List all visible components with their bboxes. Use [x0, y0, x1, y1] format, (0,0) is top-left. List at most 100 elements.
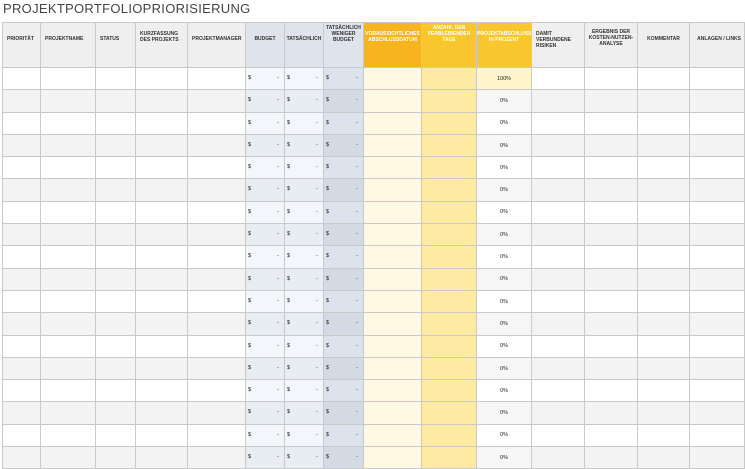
cell-status[interactable] [95, 334, 136, 358]
cell-completion-percent[interactable]: 0% [476, 334, 532, 358]
col-header-summary[interactable]: KURZFASSUNG DES PROJEKTS [135, 22, 188, 68]
cell-cost-benefit[interactable] [584, 312, 638, 336]
cell-budget[interactable]: $ - [245, 334, 285, 358]
cell-summary[interactable] [135, 289, 188, 314]
cell-actual-minus-budget[interactable]: $ - [323, 379, 364, 403]
cell-actual[interactable]: $ - [284, 379, 324, 403]
cell-priority[interactable] [2, 133, 41, 158]
cell-priority[interactable] [2, 66, 41, 91]
cell-days-remaining[interactable] [421, 446, 477, 469]
cell-priority[interactable] [2, 401, 41, 425]
cell-attachments[interactable] [689, 289, 745, 314]
cell-cost-benefit[interactable] [584, 111, 638, 135]
cell-attachments[interactable] [689, 245, 745, 269]
cell-project-manager[interactable] [187, 267, 246, 291]
cell-days-remaining[interactable] [421, 423, 477, 448]
cell-project-manager[interactable] [187, 133, 246, 158]
cell-days-remaining[interactable] [421, 178, 477, 202]
cell-risks[interactable] [531, 200, 585, 225]
cell-actual-minus-budget[interactable]: $ - [323, 245, 364, 269]
cell-days-remaining[interactable] [421, 356, 477, 381]
cell-budget[interactable]: $ - [245, 267, 285, 291]
cell-expected-completion[interactable] [363, 379, 422, 403]
cell-priority[interactable] [2, 245, 41, 269]
cell-comment[interactable] [637, 223, 690, 247]
cell-status[interactable] [95, 312, 136, 336]
cell-summary[interactable] [135, 312, 188, 336]
cell-priority[interactable] [2, 200, 41, 225]
cell-risks[interactable] [531, 446, 585, 469]
cell-attachments[interactable] [689, 200, 745, 225]
col-header-priority[interactable]: PRIORITÄT [2, 22, 41, 68]
col-header-comment[interactable]: KOMMENTAR [637, 22, 690, 68]
cell-actual-minus-budget[interactable]: $ - [323, 446, 364, 469]
cell-comment[interactable] [637, 334, 690, 358]
cell-expected-completion[interactable] [363, 133, 422, 158]
cell-completion-percent[interactable]: 0% [476, 356, 532, 381]
cell-status[interactable] [95, 356, 136, 381]
cell-attachments[interactable] [689, 111, 745, 135]
cell-project-name[interactable] [40, 133, 96, 158]
cell-expected-completion[interactable] [363, 446, 422, 469]
cell-days-remaining[interactable] [421, 312, 477, 336]
cell-budget[interactable]: $ - [245, 245, 285, 269]
cell-completion-percent[interactable]: 0% [476, 379, 532, 403]
cell-risks[interactable] [531, 133, 585, 158]
cell-risks[interactable] [531, 423, 585, 448]
cell-project-manager[interactable] [187, 245, 246, 269]
cell-project-name[interactable] [40, 200, 96, 225]
cell-comment[interactable] [637, 379, 690, 403]
cell-completion-percent[interactable]: 0% [476, 267, 532, 291]
cell-completion-percent[interactable]: 0% [476, 178, 532, 202]
cell-days-remaining[interactable] [421, 289, 477, 314]
cell-priority[interactable] [2, 111, 41, 135]
cell-budget[interactable]: $ - [245, 356, 285, 381]
cell-project-name[interactable] [40, 423, 96, 448]
cell-attachments[interactable] [689, 89, 745, 113]
cell-completion-percent[interactable]: 0% [476, 223, 532, 247]
cell-actual-minus-budget[interactable]: $ - [323, 156, 364, 180]
cell-priority[interactable] [2, 267, 41, 291]
cell-days-remaining[interactable] [421, 133, 477, 158]
cell-completion-percent[interactable]: 0% [476, 200, 532, 225]
cell-budget[interactable]: $ - [245, 401, 285, 425]
cell-cost-benefit[interactable] [584, 423, 638, 448]
cell-project-manager[interactable] [187, 312, 246, 336]
cell-actual-minus-budget[interactable]: $ - [323, 66, 364, 91]
cell-actual-minus-budget[interactable]: $ - [323, 133, 364, 158]
col-header-project-name[interactable]: PROJEKTNAME [40, 22, 96, 68]
cell-days-remaining[interactable] [421, 401, 477, 425]
col-header-actual-minus-budget[interactable]: TATSÄCHLICH WENIGER BUDGET [323, 22, 364, 68]
cell-expected-completion[interactable] [363, 245, 422, 269]
cell-comment[interactable] [637, 401, 690, 425]
cell-budget[interactable]: $ - [245, 156, 285, 180]
cell-attachments[interactable] [689, 178, 745, 202]
cell-budget[interactable]: $ - [245, 89, 285, 113]
cell-project-manager[interactable] [187, 289, 246, 314]
cell-actual[interactable]: $ - [284, 356, 324, 381]
cell-summary[interactable] [135, 66, 188, 91]
cell-risks[interactable] [531, 178, 585, 202]
cell-budget[interactable]: $ - [245, 200, 285, 225]
cell-status[interactable] [95, 178, 136, 202]
cell-summary[interactable] [135, 423, 188, 448]
cell-cost-benefit[interactable] [584, 178, 638, 202]
cell-expected-completion[interactable] [363, 66, 422, 91]
cell-attachments[interactable] [689, 423, 745, 448]
cell-budget[interactable]: $ - [245, 66, 285, 91]
cell-budget[interactable]: $ - [245, 111, 285, 135]
cell-cost-benefit[interactable] [584, 267, 638, 291]
cell-budget[interactable]: $ - [245, 379, 285, 403]
cell-cost-benefit[interactable] [584, 289, 638, 314]
cell-attachments[interactable] [689, 133, 745, 158]
cell-project-manager[interactable] [187, 200, 246, 225]
cell-status[interactable] [95, 401, 136, 425]
cell-project-name[interactable] [40, 356, 96, 381]
cell-status[interactable] [95, 133, 136, 158]
cell-risks[interactable] [531, 66, 585, 91]
cell-project-name[interactable] [40, 245, 96, 269]
cell-actual[interactable]: $ - [284, 223, 324, 247]
cell-comment[interactable] [637, 356, 690, 381]
cell-risks[interactable] [531, 89, 585, 113]
cell-attachments[interactable] [689, 379, 745, 403]
